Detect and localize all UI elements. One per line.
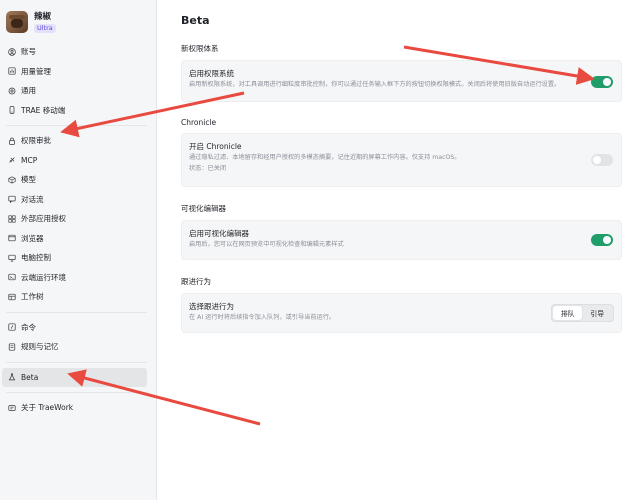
command-icon (8, 323, 16, 331)
sidebar-item-computer-control[interactable]: 电脑控制 (0, 248, 147, 268)
follow-up-card: 选择跟进行为 在 AI 运行时将后续指令加入队列，或引导当前运行。 排队 引导 (181, 293, 622, 333)
nav-group-commands: 命令 规则与记忆 (0, 318, 156, 357)
sidebar-item-mobile[interactable]: TRAE 移动端 (0, 101, 147, 121)
sidebar-item-about[interactable]: 关于 TraeWork (0, 398, 147, 418)
account-icon (8, 48, 16, 56)
permissions-card: 启用权限系统 启用新权限系统，对工具调用进行细粒度审批控制，你可以通过任务输入框… (181, 60, 622, 102)
plan-badge: Ultra (34, 23, 56, 33)
profile[interactable]: 辣椒 Ultra (0, 4, 156, 40)
visual-editor-toggle[interactable] (591, 234, 613, 246)
settings-window: 辣椒 Ultra 账号 用量管理 通用 TRAE 移动端 权限审批 MCP 模型… (0, 0, 637, 500)
status-text: 状态：已关闭 (189, 165, 227, 172)
main-content: Beta 新权限体系 启用权限系统 启用新权限系统，对工具调用进行细粒度审批控制… (157, 0, 637, 500)
card-title: 启用可视化编辑器 (189, 229, 249, 238)
sidebar-divider (6, 392, 147, 393)
sidebar-item-account[interactable]: 账号 (0, 42, 147, 62)
sidebar-item-dialog-flow[interactable]: 对话流 (0, 190, 147, 210)
sidebar-item-commands[interactable]: 命令 (0, 318, 147, 338)
sidebar-item-rules[interactable]: 规则与记忆 (0, 337, 147, 357)
card-description: 启用后，您可以在网页预览中可视化检查和编辑元素样式 (189, 241, 344, 248)
card-description: 在 AI 运行时将后续指令加入队列，或引导当前运行。 (189, 314, 336, 321)
worktree-icon (8, 293, 16, 301)
sidebar-item-mcp[interactable]: MCP (0, 151, 147, 171)
section-title-follow-up: 跟进行为 (181, 277, 211, 286)
chronicle-card: 开启 Chronicle 通过隐私过滤、本地留存和经用户授权的多模态摘要，记住近… (181, 133, 622, 187)
card-title: 开启 Chronicle (189, 142, 242, 151)
sidebar-item-app-auth[interactable]: 外部应用授权 (0, 209, 147, 229)
avatar (6, 11, 28, 33)
visual-editor-card: 启用可视化编辑器 启用后，您可以在网页预览中可视化检查和编辑元素样式 (181, 220, 622, 260)
app-auth-icon (8, 215, 16, 223)
section-title-visual-editor: 可视化编辑器 (181, 204, 226, 213)
page-title: Beta (181, 14, 210, 27)
sidebar-item-beta[interactable]: Beta (2, 367, 147, 387)
sidebar: 辣椒 Ultra 账号 用量管理 通用 TRAE 移动端 权限审批 MCP 模型… (0, 0, 157, 500)
card-title: 启用权限系统 (189, 69, 234, 78)
sidebar-divider (6, 311, 147, 313)
sidebar-item-models[interactable]: 模型 (0, 170, 147, 190)
browser-icon (8, 234, 16, 242)
nav-group-tools: 权限审批 MCP 模型 对话流 外部应用授权 浏览器 电脑控制 云端运行环境 工… (0, 131, 156, 307)
sidebar-item-usage[interactable]: 用量管理 (0, 62, 147, 82)
cube-icon (8, 176, 16, 184)
nav-group-about: 关于 TraeWork (0, 398, 156, 418)
nav-group-beta: Beta (0, 367, 156, 387)
sidebar-item-permissions[interactable]: 权限审批 (0, 131, 147, 151)
sidebar-divider (6, 125, 147, 126)
sidebar-item-worktree[interactable]: 工作树 (0, 287, 147, 307)
section-title-permissions: 新权限体系 (181, 44, 219, 53)
cloud-icon (8, 273, 16, 281)
sidebar-item-cloud-env[interactable]: 云端运行环境 (0, 268, 147, 288)
profile-name: 辣椒 (34, 11, 52, 22)
sidebar-item-browser[interactable]: 浏览器 (0, 229, 147, 249)
follow-up-segmented-control: 排队 引导 (550, 304, 614, 322)
mcp-icon (8, 156, 16, 164)
about-icon (8, 404, 16, 412)
sidebar-item-general[interactable]: 通用 (0, 81, 147, 101)
card-description: 通过隐私过滤、本地留存和经用户授权的多模态摘要，记住近期的屏幕工作内容。仅支持 … (189, 154, 461, 161)
chronicle-toggle[interactable] (591, 154, 613, 166)
card-description: 启用新权限系统，对工具调用进行细粒度审批控制，你可以通过任务输入框下方的按钮切换… (189, 81, 561, 88)
gear-icon (8, 87, 16, 95)
section-title-chronicle: Chronicle (181, 118, 217, 127)
chat-icon (8, 195, 16, 204)
option-queue[interactable]: 排队 (552, 306, 583, 320)
permissions-toggle[interactable] (591, 76, 613, 88)
usage-icon (8, 67, 16, 75)
computer-icon (8, 254, 16, 262)
sidebar-divider (6, 361, 147, 363)
beta-flask-icon (8, 373, 16, 381)
lock-icon (8, 137, 16, 145)
option-steer[interactable]: 引导 (582, 306, 612, 320)
nav-group-main: 账号 用量管理 通用 TRAE 移动端 (0, 40, 156, 120)
mobile-icon (8, 106, 16, 114)
rules-icon (8, 343, 16, 351)
